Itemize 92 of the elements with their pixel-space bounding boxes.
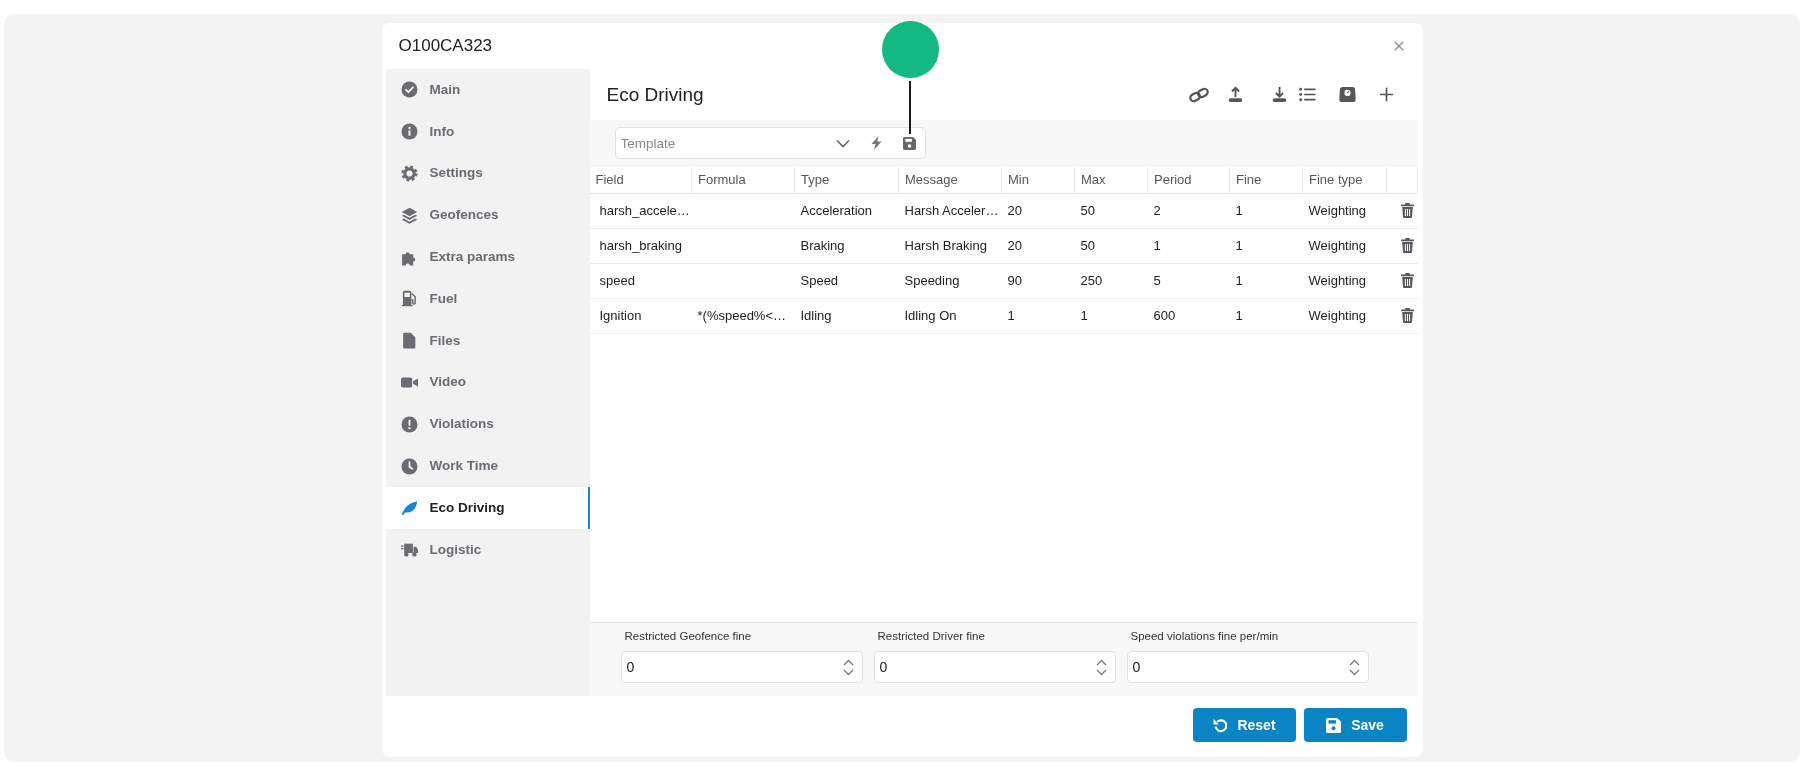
table-cell: Speed: [794, 263, 899, 298]
table-cell: 1: [1001, 298, 1075, 333]
column-header[interactable]: Message: [898, 167, 1002, 193]
table-cell: harsh_accele…: [589, 193, 692, 228]
number-field[interactable]: 0: [620, 651, 863, 683]
table-cell: 5: [1147, 263, 1230, 298]
list-icon[interactable]: [1297, 85, 1317, 104]
close-icon[interactable]: [1393, 41, 1404, 51]
sidebar-item[interactable]: Settings: [385, 152, 590, 195]
chevron-down-icon[interactable]: [835, 138, 850, 148]
table-cell: 600: [1147, 298, 1230, 333]
table-cell: Acceleration: [794, 193, 899, 228]
table-cell: Idling: [794, 298, 899, 333]
save-button[interactable]: Save: [1303, 708, 1407, 742]
file-icon: [400, 332, 418, 350]
number-field[interactable]: 0: [873, 651, 1116, 683]
table-cell: Weighting: [1302, 298, 1387, 333]
layers-icon: [400, 206, 418, 224]
table-cell: Speeding: [898, 263, 1002, 298]
spinner-icon[interactable]: [842, 658, 854, 676]
table-cell: 1: [1229, 228, 1303, 263]
table-cell: Ignition: [589, 298, 692, 333]
column-header[interactable]: Period: [1147, 167, 1230, 193]
sidebar-item[interactable]: Eco Driving: [385, 486, 590, 529]
sidebar-item[interactable]: Fuel: [385, 278, 590, 320]
table-cell: 1: [1074, 298, 1148, 333]
link-icon[interactable]: [1187, 86, 1210, 103]
table-cell: *(%speed%<…: [691, 298, 795, 333]
spinner-icon[interactable]: [1348, 658, 1360, 676]
leader-line: [909, 81, 911, 134]
sidebar-item[interactable]: Work Time: [385, 445, 590, 487]
trash-icon[interactable]: [1400, 272, 1414, 288]
table-cell: 50: [1074, 228, 1148, 263]
table-cell: Weighting: [1302, 193, 1387, 228]
column-header[interactable]: Fine: [1229, 167, 1303, 193]
fuel-pump-icon: [400, 290, 418, 308]
table-cell: 50: [1074, 193, 1148, 228]
table-cell: 1: [1229, 298, 1303, 333]
sidebar-item[interactable]: Violations: [385, 403, 590, 446]
sidebar-item[interactable]: Geofences: [385, 194, 590, 237]
column-header[interactable]: Type: [794, 167, 899, 193]
trash-icon[interactable]: [1400, 237, 1414, 253]
field-label: Speed violations fine per/min: [1130, 629, 1280, 644]
trash-icon[interactable]: [1400, 202, 1414, 218]
table-cell: 90: [1001, 263, 1075, 298]
table-cell: 1: [1229, 263, 1303, 298]
table-cell: 20: [1001, 193, 1075, 228]
table-cell: Harsh Acceler…: [898, 193, 1002, 228]
clock-icon: [400, 457, 418, 475]
table-cell: 1: [1147, 228, 1230, 263]
reset-icon: [1212, 717, 1228, 733]
sidebar-item[interactable]: Extra params: [385, 236, 590, 278]
spinner-icon[interactable]: [1095, 658, 1107, 676]
template-select[interactable]: Template: [614, 127, 926, 159]
sidebar-item[interactable]: Files: [385, 319, 590, 362]
gauge-icon[interactable]: [1337, 85, 1357, 104]
lightning-icon[interactable]: [870, 136, 882, 150]
sidebar-item[interactable]: Main: [385, 69, 590, 111]
table-cell: Weighting: [1302, 228, 1387, 263]
column-header[interactable]: Formula: [691, 167, 795, 193]
marker-icon: [881, 21, 939, 78]
table-cell: Braking: [794, 228, 899, 263]
dialog-title: O100CA323: [398, 36, 493, 56]
column-header[interactable]: Fine type: [1302, 167, 1387, 193]
template-input[interactable]: Template: [615, 131, 832, 155]
table-cell: 1: [1229, 193, 1303, 228]
exclamation-circle-icon: [400, 415, 418, 433]
number-field[interactable]: 0: [1126, 651, 1369, 683]
table-cell: 250: [1074, 263, 1148, 298]
check-circle-icon: [400, 81, 418, 99]
sidebar-item[interactable]: Video: [385, 361, 590, 404]
truck-icon: [400, 541, 418, 559]
table-cell: Weighting: [1302, 263, 1387, 298]
table-cell: speed: [589, 263, 692, 298]
column-header[interactable]: Min: [1001, 167, 1075, 193]
reset-button[interactable]: Reset: [1192, 708, 1296, 742]
field-label: Restricted Geofence fine: [624, 629, 753, 644]
column-header[interactable]: Max: [1074, 167, 1148, 193]
column-header[interactable]: Field: [589, 167, 692, 193]
table-cell: 2: [1147, 193, 1230, 228]
sidebar-item[interactable]: Info: [385, 110, 590, 153]
table-cell: Harsh Braking: [898, 228, 1002, 263]
table-cell: 20: [1001, 228, 1075, 263]
sidebar-item[interactable]: Logistic: [385, 528, 590, 571]
info-icon: [400, 123, 418, 141]
field-label: Restricted Driver fine: [877, 629, 986, 644]
table-cell: Idling On: [898, 298, 1002, 333]
trash-icon[interactable]: [1400, 307, 1414, 323]
leaf-icon: [400, 499, 418, 517]
section-title: Eco Driving: [606, 82, 704, 107]
gear-icon: [400, 165, 418, 182]
table-cell: harsh_braking: [589, 228, 692, 263]
